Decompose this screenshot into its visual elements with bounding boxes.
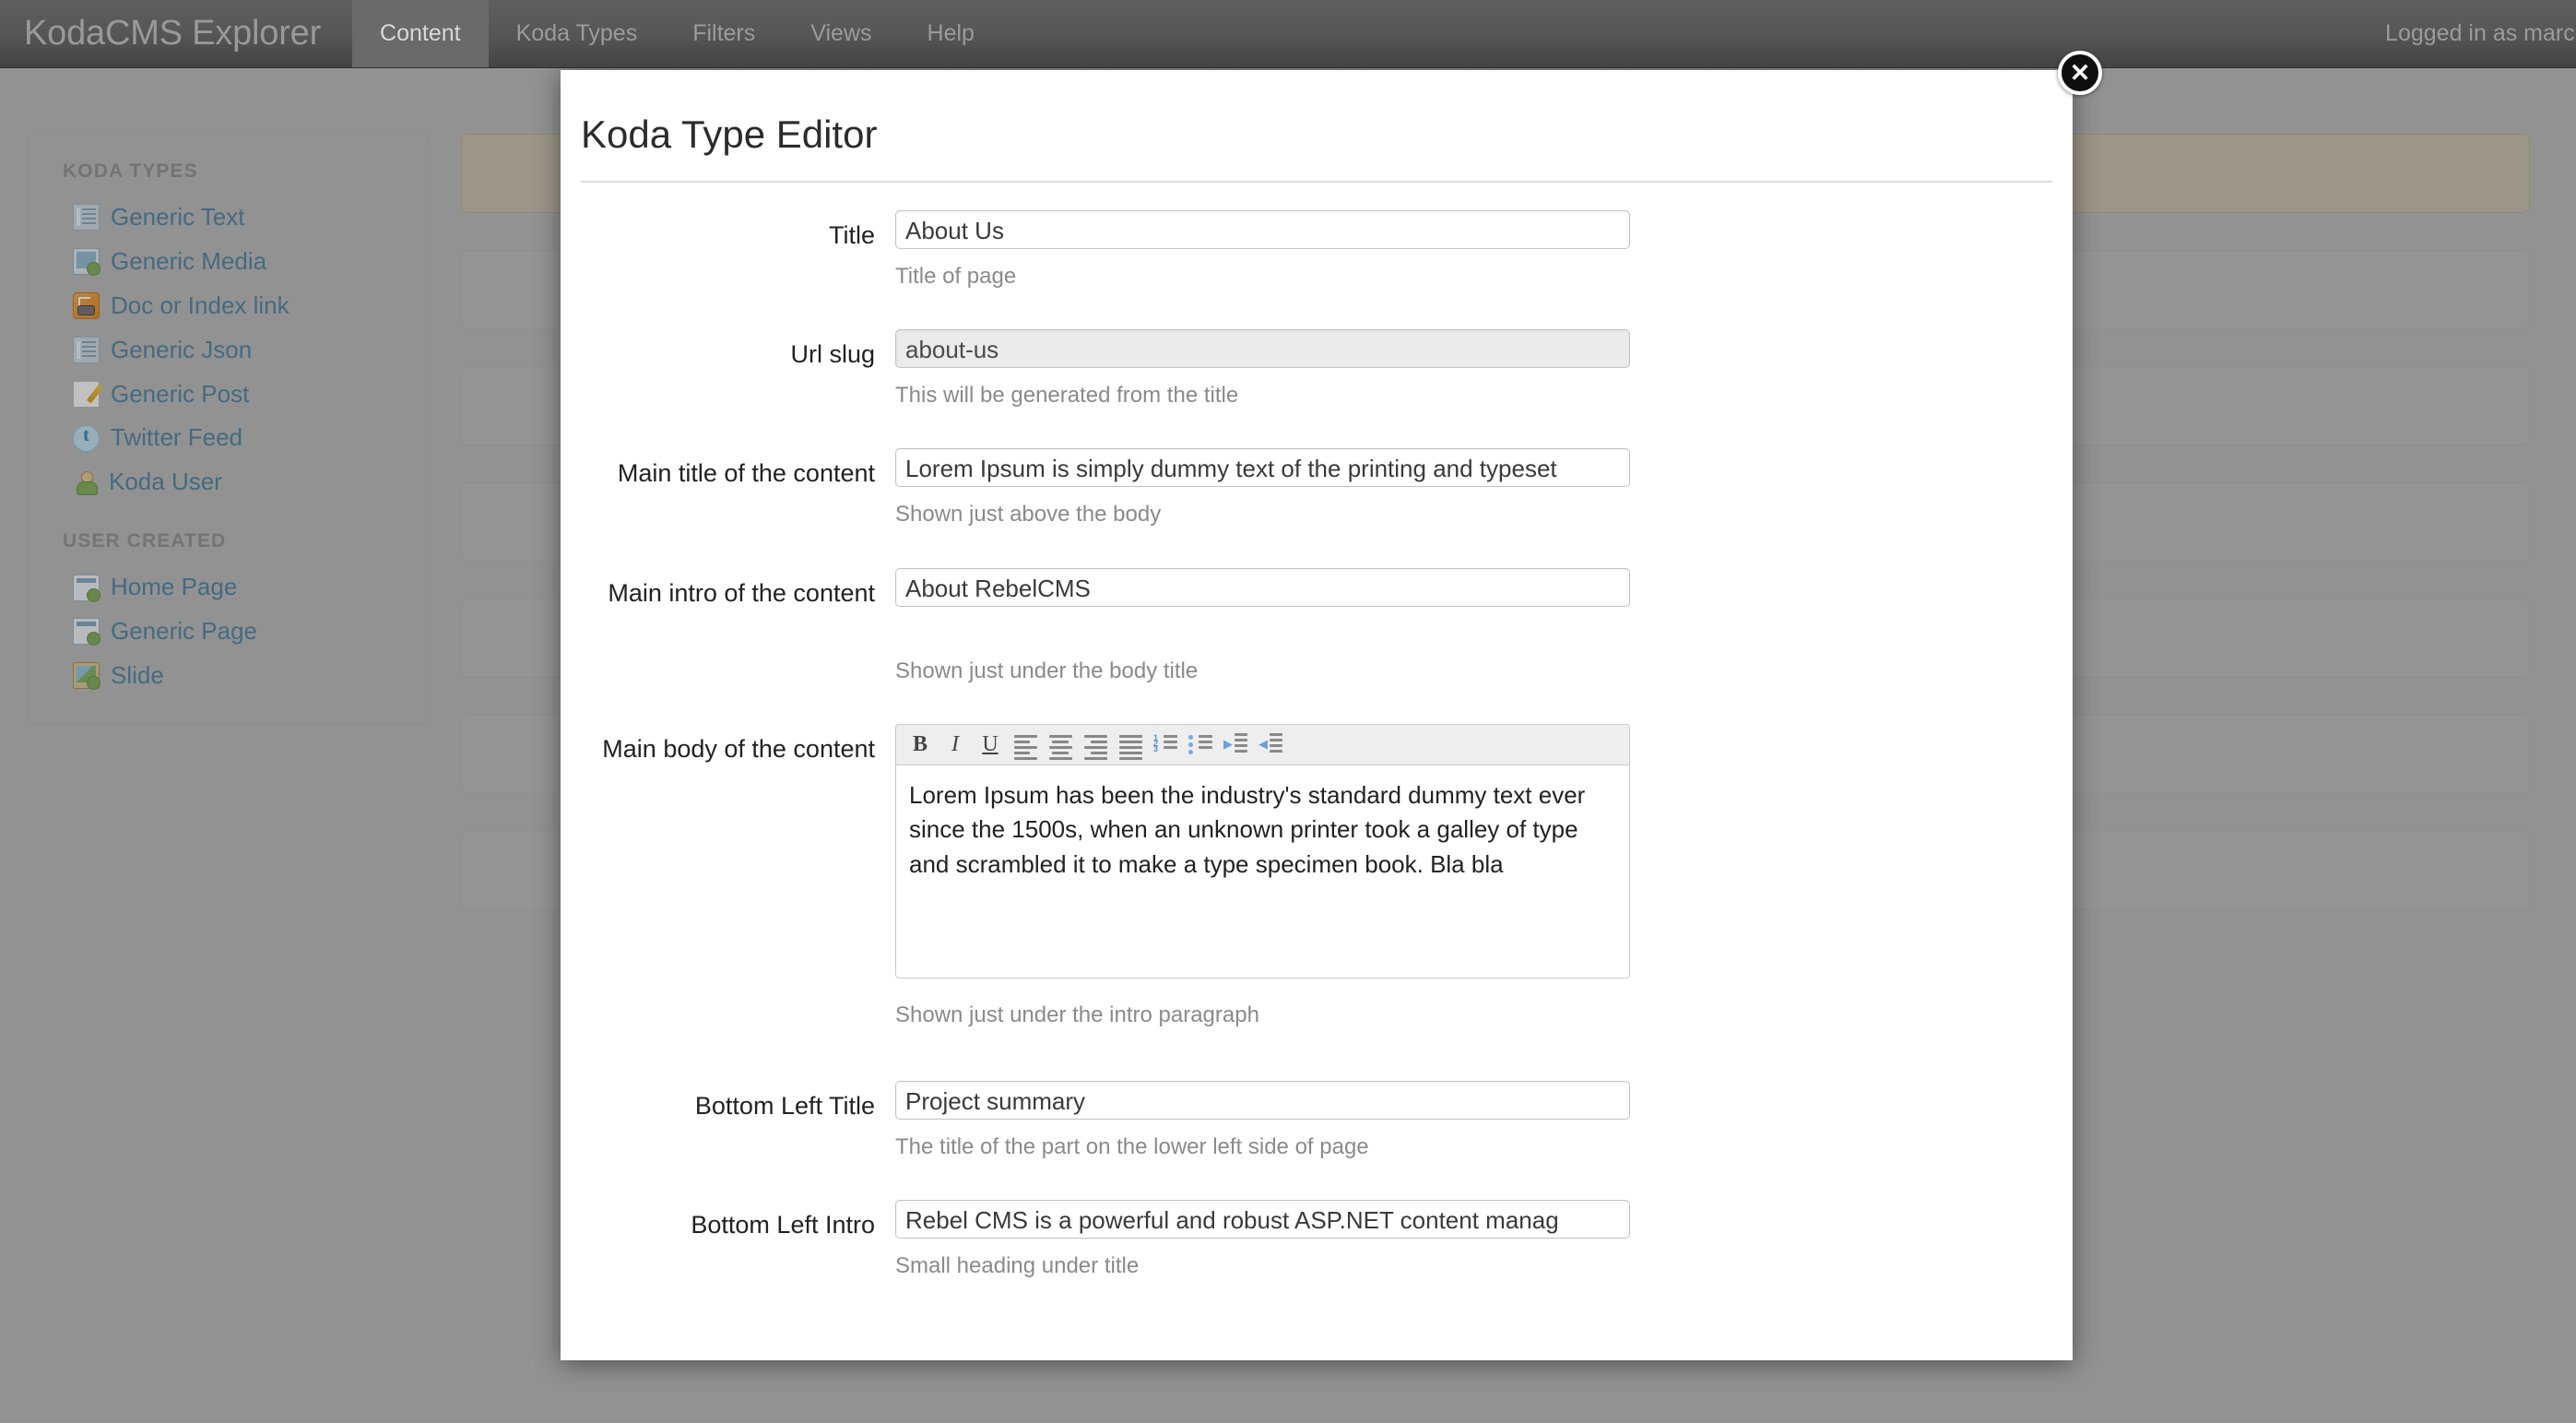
bold-icon[interactable]: B [904, 729, 936, 760]
close-icon[interactable]: ✕ [2058, 51, 2102, 95]
editor-toolbar: B I U 123 [895, 724, 1630, 765]
label-url-slug: Url slug [561, 329, 895, 371]
unordered-list-icon[interactable] [1185, 729, 1216, 760]
align-left-icon[interactable] [1010, 729, 1041, 760]
outdent-icon[interactable]: ◀ [1255, 729, 1286, 760]
form-row-bottom-left-intro: Bottom Left Intro Rebel CMS is a powerfu… [561, 1200, 2073, 1280]
ordered-list-icon[interactable]: 123 [1150, 729, 1181, 760]
hint-main-body: Shown just under the intro paragraph [895, 1001, 2073, 1029]
main-title-input[interactable]: Lorem Ipsum is simply dummy text of the … [895, 448, 1630, 487]
indent-icon[interactable]: ▶ [1220, 729, 1251, 760]
label-main-body: Main body of the content [561, 724, 895, 765]
hint-title: Title of page [895, 262, 2073, 291]
nav-tab-views[interactable]: Views [783, 0, 899, 67]
label-title: Title [561, 210, 895, 252]
form-row-main-title: Main title of the content Lorem Ipsum is… [561, 448, 2073, 528]
nav-tab-help[interactable]: Help [900, 0, 1002, 67]
align-right-icon[interactable] [1080, 729, 1111, 760]
url-slug-input[interactable]: about-us [895, 329, 1630, 368]
dialog-title: Koda Type Editor [561, 70, 2073, 157]
main-intro-input[interactable]: About RebelCMS [895, 568, 1630, 607]
label-main-intro: Main intro of the content [561, 568, 895, 610]
italic-glyph: I [951, 733, 959, 755]
label-main-title: Main title of the content [561, 448, 895, 490]
nav-links: Content Koda Types Filters Views Help [352, 0, 1002, 67]
koda-type-form: Title About Us Title of page Url slug ab… [561, 183, 2073, 1280]
logged-in-status: Logged in as marceldu [2385, 20, 2576, 47]
user-status-area: Logged in as marceldu [2343, 0, 2576, 67]
app-root: KODA TYPES Generic Text Generic Media Do… [0, 0, 2576, 1423]
bottom-left-intro-input[interactable]: Rebel CMS is a powerful and robust ASP.N… [895, 1200, 1630, 1239]
main-body-editor-content[interactable]: Lorem Ipsum has been the industry's stan… [895, 765, 1630, 978]
underline-icon[interactable]: U [975, 729, 1006, 760]
koda-type-editor-dialog: Koda Type Editor Title About Us Title of… [561, 70, 2073, 1360]
nav-tab-content[interactable]: Content [352, 0, 489, 67]
nav-tab-koda-types[interactable]: Koda Types [489, 0, 666, 67]
align-center-icon[interactable] [1045, 729, 1076, 760]
form-row-bottom-left-title: Bottom Left Title Project summary The ti… [561, 1081, 2073, 1161]
italic-icon[interactable]: I [939, 729, 971, 760]
hint-main-intro: Shown just under the body title [895, 657, 2073, 685]
bottom-left-title-input[interactable]: Project summary [895, 1081, 1630, 1120]
underline-glyph: U [982, 733, 998, 755]
label-bottom-left-intro: Bottom Left Intro [561, 1200, 895, 1241]
label-bottom-left-title: Bottom Left Title [561, 1081, 895, 1122]
form-row-main-intro: Main intro of the content About RebelCMS… [561, 568, 2073, 685]
rich-text-editor: B I U 123 [895, 724, 1630, 978]
align-justify-icon[interactable] [1115, 729, 1146, 760]
hint-main-title: Shown just above the body [895, 500, 2073, 528]
hint-bottom-left-intro: Small heading under title [895, 1251, 2073, 1280]
bold-glyph: B [913, 733, 928, 755]
nav-tab-filters[interactable]: Filters [665, 0, 783, 67]
form-row-title: Title About Us Title of page [561, 210, 2073, 291]
form-row-main-body: Main body of the content B I U [561, 724, 2073, 1029]
app-brand[interactable]: KodaCMS Explorer [0, 0, 352, 67]
navbar: KodaCMS Explorer Content Koda Types Filt… [0, 0, 2576, 68]
form-row-url-slug: Url slug about-us This will be generated… [561, 329, 2073, 409]
hint-bottom-left-title: The title of the part on the lower left … [895, 1132, 2073, 1161]
hint-url-slug: This will be generated from the title [895, 381, 2073, 409]
title-input[interactable]: About Us [895, 210, 1630, 249]
